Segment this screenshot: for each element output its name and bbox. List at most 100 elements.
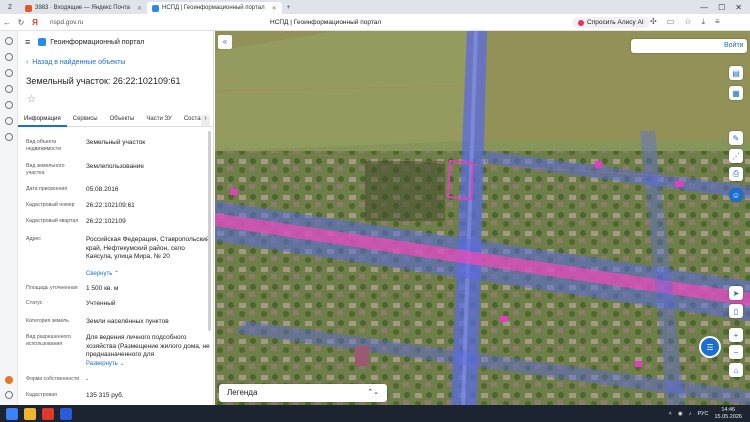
tab-title: НСПД | Геоинформационный портал [162, 5, 265, 11]
field-value: Учтенный [86, 300, 116, 307]
field-label: Вид земельного участка [26, 163, 65, 176]
field-row: Статус Учтенный [26, 300, 212, 312]
basemap-icon[interactable]: ▦ [729, 86, 743, 100]
field-label: Площадь уточненная [26, 285, 78, 291]
field-value: - [86, 376, 89, 383]
field-row: Кадастровая 135 315 руб. [26, 392, 212, 404]
start-icon[interactable] [6, 407, 18, 420]
print-icon[interactable]: ⎙ [729, 167, 743, 181]
tab-mail[interactable]: 3983 · Входящие — Яндекс Почта ✕ [20, 2, 147, 14]
nspd-favicon-icon [152, 4, 159, 12]
word-icon[interactable] [60, 407, 72, 420]
chevron-updown-icon: ⌃⌄ [367, 389, 379, 396]
collapse-row: Свернуть ⌃ [26, 270, 212, 280]
field-row: Вид земельного участка Землепользование [26, 163, 212, 183]
taskbar: ˄ ◉ ♪ РУС 14:46 15.05.2026 [0, 405, 750, 422]
field-value: Земли населённых пунктов [86, 318, 169, 325]
expand-link[interactable]: Развернуть ⌄ [86, 360, 210, 369]
satellite-map-image [215, 31, 750, 405]
tray-network-icon[interactable]: ◉ [678, 411, 683, 417]
back-to-results-link[interactable]: ‹ Назад в найденные объекты [26, 59, 125, 66]
yandex-icon[interactable]: Я [28, 18, 42, 27]
alice-icon [578, 19, 584, 26]
field-row: Площадь уточненная 1 500 кв. м [26, 285, 212, 297]
layers-icon[interactable]: ▤ [729, 66, 743, 80]
sidebar-history-icon[interactable] [4, 117, 13, 125]
login-button[interactable]: Войти [631, 39, 747, 53]
yandex-browser-icon[interactable] [42, 407, 54, 420]
collapse-link[interactable]: Свернуть ⌃ [86, 270, 210, 279]
zoom-in-icon[interactable]: + [729, 328, 743, 342]
tab-parts[interactable]: Части ЗУ [140, 113, 177, 127]
share-icon[interactable]: ⋰ [729, 149, 743, 163]
field-value: Для ведения личного подсобного хозяйства… [86, 334, 210, 358]
sidebar-alice-icon[interactable] [5, 376, 13, 384]
new-tab-button[interactable]: + [282, 2, 296, 14]
minimize-icon[interactable]: — [700, 3, 708, 12]
field-value: 26:22:102109:61 [86, 202, 135, 209]
field-row: Категория земель Земли населённых пункто… [26, 318, 212, 330]
field-label: Дата присвоения [26, 186, 68, 192]
bookmark-icon[interactable]: ☆ [684, 17, 691, 27]
sidebar-settings-icon[interactable] [5, 391, 13, 399]
sidebar-play-icon[interactable] [4, 53, 13, 61]
field-row: Дата присвоения 05.08.2016 [26, 186, 212, 198]
mobile-icon[interactable]: ▯ [729, 304, 743, 318]
assistant-icon[interactable]: ☺ [729, 188, 743, 202]
field-value: 1 500 кв. м [86, 285, 119, 292]
close-icon[interactable]: ✕ [137, 5, 142, 12]
tray-arrow-icon[interactable]: ˄ [669, 411, 672, 417]
extensions-icon[interactable]: ✣ [650, 17, 657, 27]
close-window-icon[interactable]: ✕ [735, 3, 742, 12]
tab-objects[interactable]: Объекты [104, 113, 141, 127]
maximize-icon[interactable]: ☐ [718, 3, 725, 12]
collapse-panel-button[interactable]: « [218, 35, 232, 49]
downloads-icon[interactable]: ⤓ [701, 17, 705, 27]
tab-services[interactable]: Сервисы [67, 113, 104, 127]
language-indicator[interactable]: РУС [697, 411, 708, 417]
field-value: Землепользование [86, 163, 144, 170]
field-label: Адрес [26, 236, 41, 242]
locate-icon[interactable]: ➤ [729, 286, 743, 300]
sidebar-add-icon[interactable] [4, 133, 13, 141]
address-bar: ← ↻ Я nspd.gov.ru НСПД | Геоинформационн… [0, 14, 750, 31]
chat-button[interactable]: ☰ [699, 336, 721, 358]
legend-dropdown[interactable]: Легенда ⌃⌄ [219, 384, 387, 402]
reader-icon[interactable]: ▭ [667, 17, 675, 27]
field-value: Российская Федерация, Ставропольский кра… [86, 236, 210, 260]
measure-icon[interactable]: ✎ [729, 131, 743, 145]
field-row: Вид разрешенного использования Для веден… [26, 334, 212, 362]
back-arrow-icon[interactable]: ← [0, 18, 14, 27]
menu-icon[interactable]: ≡ [715, 17, 720, 27]
tab-count-badge[interactable]: 2 [0, 0, 20, 14]
hamburger-menu-icon[interactable]: ≡ [25, 37, 30, 47]
sidebar-bookmarks-icon[interactable] [4, 101, 13, 109]
tab-info[interactable]: Информация [18, 113, 67, 127]
reload-icon[interactable]: ↻ [14, 18, 28, 27]
url-field[interactable]: nspd.gov.ru [50, 19, 83, 26]
field-label: Вид объекта недвижимости [26, 139, 62, 152]
object-info-panel: ≡ Геоинформационный портал ‹ Назад в най… [18, 31, 214, 405]
tab-title: 3983 · Входящие — Яндекс Почта [35, 5, 130, 11]
tab-nspd[interactable]: НСПД | Геоинформационный портал ✕ [147, 2, 282, 14]
sidebar-mail-icon[interactable] [4, 69, 13, 77]
sidebar-home-icon[interactable] [4, 37, 13, 45]
clock[interactable]: 14:46 15.05.2026 [714, 407, 742, 420]
tray-volume-icon[interactable]: ♪ [689, 411, 692, 417]
tabs-scroll-right-icon[interactable]: › [201, 115, 210, 126]
browser-tab-strip: 2 3983 · Входящие — Яндекс Почта ✕ НСПД … [0, 0, 750, 14]
field-label: Кадастровый номер [26, 202, 75, 208]
panel-scrollbar[interactable] [208, 131, 211, 331]
map-view[interactable]: « Войти ▤ ▦ ✎ ⋰ ⎙ ☺ ➤ ▯ + − ⌂ ☰ Легенда … [215, 31, 750, 405]
app-name: Геоинформационный портал [50, 38, 145, 46]
sidebar-messenger-icon[interactable] [4, 85, 13, 93]
app-header: ≡ Геоинформационный портал [18, 31, 213, 53]
favorite-star-icon[interactable]: ☆ [27, 94, 36, 105]
reset-view-icon[interactable]: ⌂ [729, 363, 743, 377]
mail-favicon-icon [25, 4, 32, 12]
zoom-out-icon[interactable]: − [729, 345, 743, 359]
close-icon[interactable]: ✕ [272, 5, 277, 12]
alice-button[interactable]: Спросить Алису AI [572, 17, 650, 28]
field-value: 135 315 руб. [86, 392, 124, 399]
explorer-icon[interactable] [24, 407, 36, 420]
